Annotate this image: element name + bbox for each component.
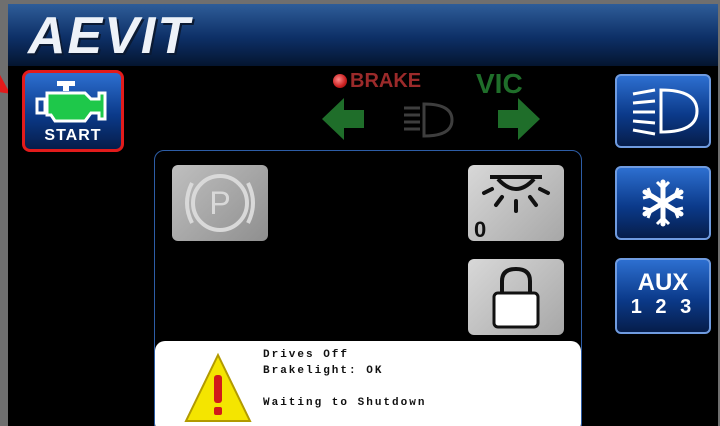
status-line-drives: Drives Off — [263, 349, 350, 361]
display-screen: AEVIT START BRAKE VIC AUX 1 2 3 P 0 Driv… — [8, 4, 718, 426]
status-line-brakelight: Brakelight: OK — [263, 365, 384, 377]
warning-icon — [184, 352, 252, 422]
lock-button[interactable] — [468, 259, 564, 335]
svg-text:P: P — [209, 185, 230, 221]
brake-label: BRAKE — [350, 70, 422, 92]
status-message-box: Drives Off Brakelight: OK Waiting to Shu… — [155, 341, 581, 426]
parking-brake-button[interactable]: P — [172, 165, 268, 241]
control-panel: P 0 Drives Off Brakelight: OK Waiting to… — [154, 150, 582, 426]
dome-light-button[interactable]: 0 — [468, 165, 564, 242]
dome-light-level: 0 — [474, 217, 487, 242]
engine-icon — [35, 81, 107, 123]
defrost-button[interactable] — [615, 166, 711, 240]
high-beam-icon — [632, 88, 699, 136]
arrow-left-icon — [322, 98, 364, 140]
logo: AEVIT — [28, 7, 192, 65]
start-label: START — [44, 127, 102, 144]
brake-indicator: BRAKE — [333, 70, 421, 93]
lock-icon — [492, 266, 540, 329]
high-beam-button[interactable] — [615, 74, 711, 148]
aux-title: AUX — [637, 269, 689, 296]
header-bar: AEVIT — [8, 4, 718, 66]
aux-numbers: 1 2 3 — [630, 296, 696, 318]
brake-light-icon — [333, 74, 347, 88]
low-beam-icon — [404, 102, 454, 138]
status-line-shutdown: Waiting to Shutdown — [263, 397, 427, 409]
aux-button[interactable]: AUX 1 2 3 — [615, 258, 711, 334]
snowflake-icon — [642, 179, 684, 227]
parking-brake-icon: P — [185, 174, 255, 232]
arrow-right-icon — [498, 98, 540, 140]
start-button[interactable]: START — [22, 70, 124, 152]
